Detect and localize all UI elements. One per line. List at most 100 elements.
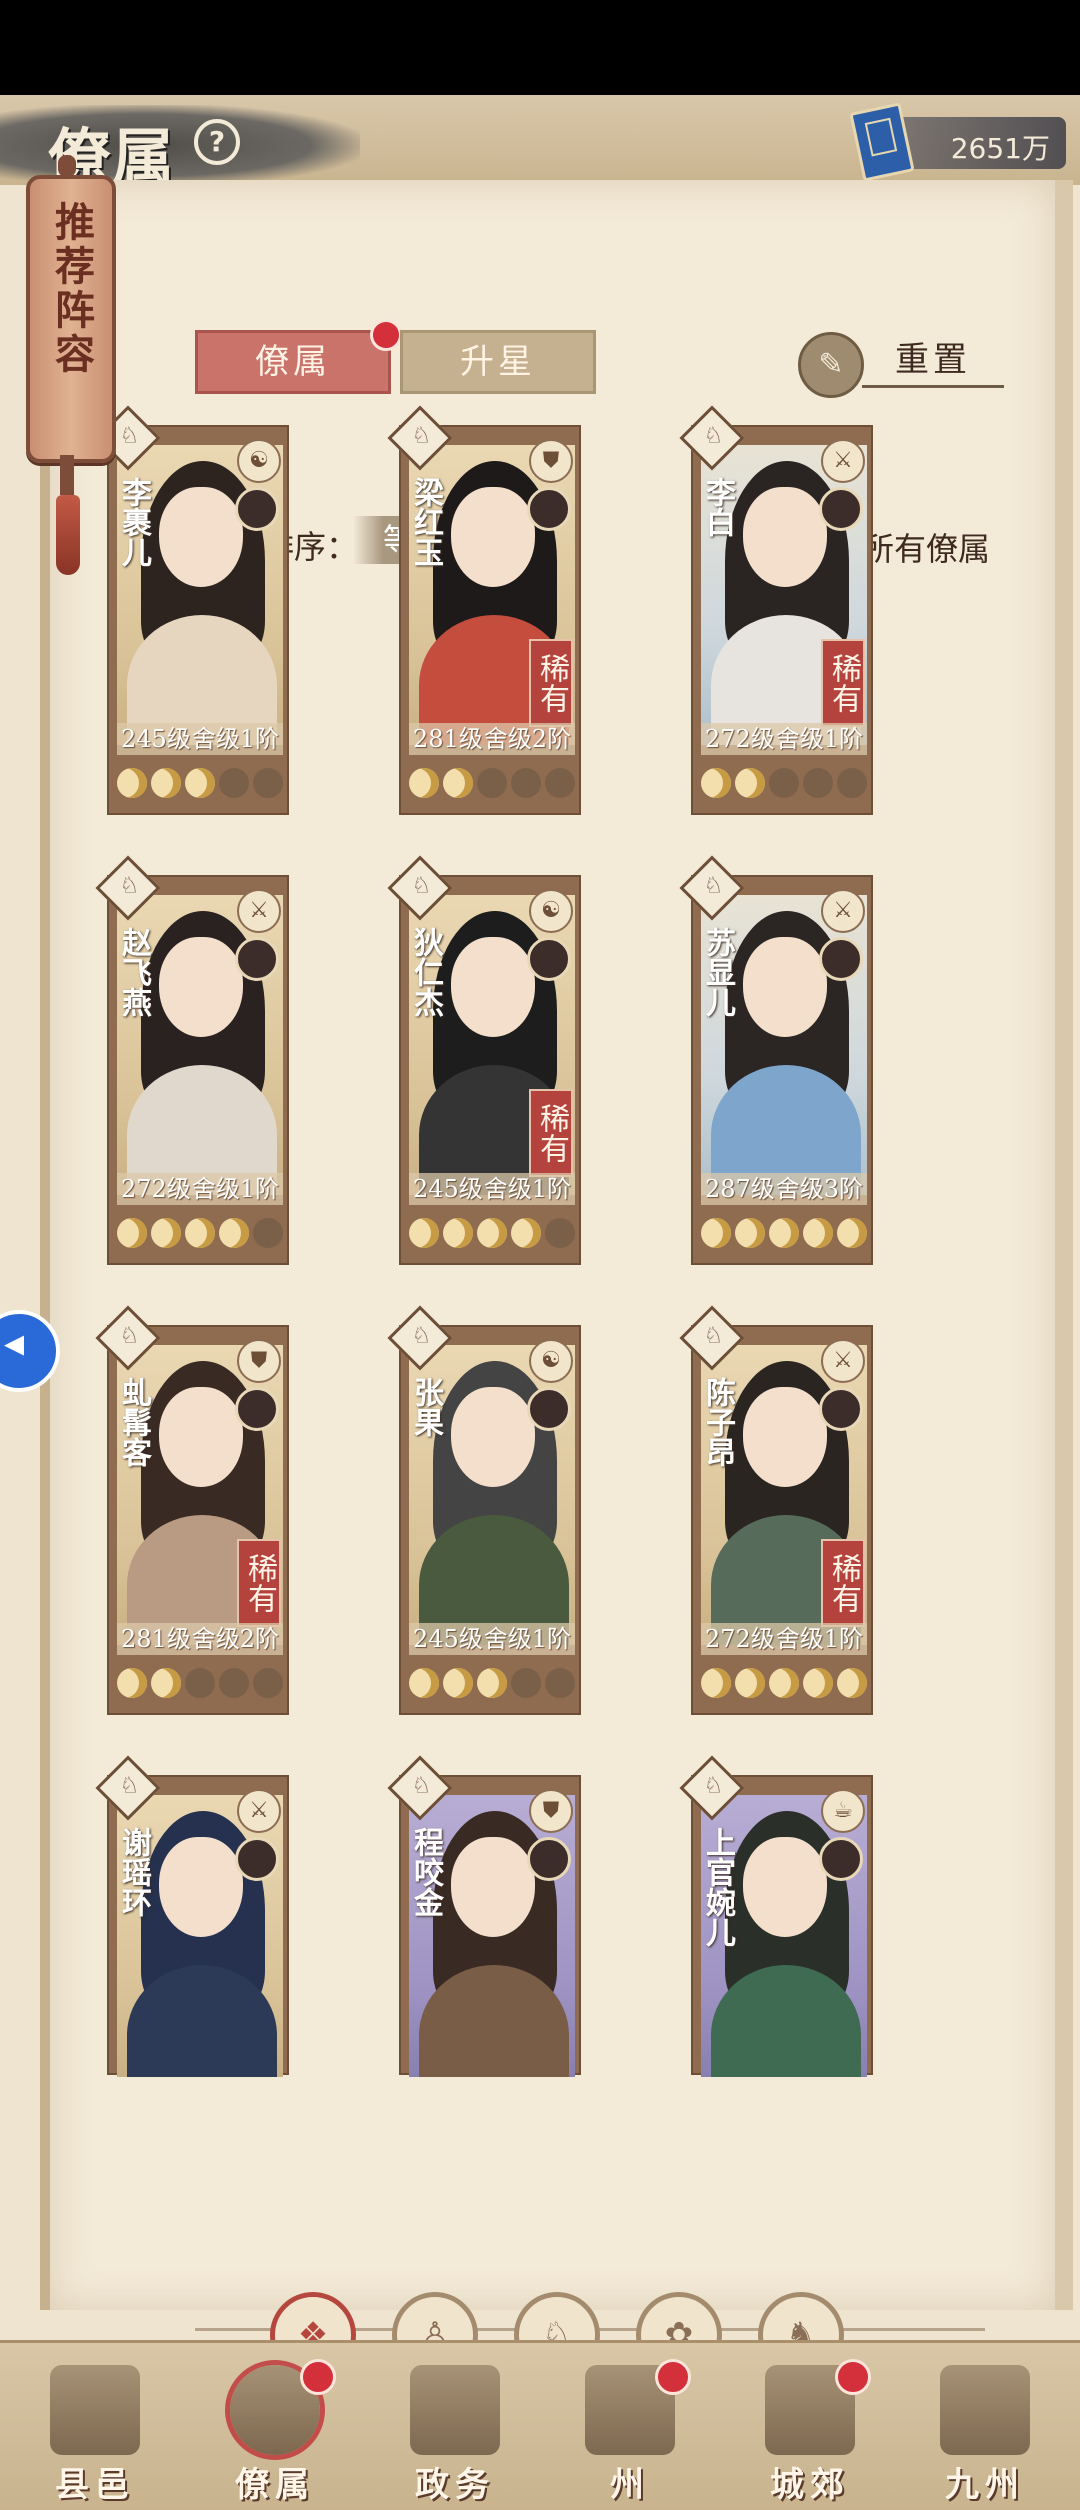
moon-filled-icon xyxy=(735,1668,765,1698)
retainer-card[interactable]: 梁红玉 ♘ ⛊ 稀有 281级 舍级2阶 xyxy=(387,405,581,815)
moon-empty-icon xyxy=(545,768,575,798)
nav-suburbs[interactable]: 城郊 xyxy=(735,2359,885,2505)
level-text: 272级 xyxy=(705,1625,775,1653)
help-icon[interactable]: ? xyxy=(194,119,240,165)
nav-label: 僚属 xyxy=(235,2465,315,2505)
nav-retainers[interactable]: 僚属 xyxy=(200,2359,350,2505)
nav-nine-provinces[interactable]: 九州 xyxy=(910,2365,1060,2505)
level-row: 287级 舍级3阶 xyxy=(701,1173,867,1205)
level-row: 272级 舍级1阶 xyxy=(701,723,867,755)
scroll-hook xyxy=(58,155,76,177)
retainer-card[interactable]: 上官婉儿 ♘ ☕ xyxy=(679,1755,873,2077)
portrait-face xyxy=(451,1387,535,1487)
nav-county[interactable]: 县邑 xyxy=(20,2365,170,2505)
moon-empty-icon xyxy=(803,768,833,798)
scroll-knot xyxy=(60,455,74,495)
nav-prefecture[interactable]: 州 xyxy=(555,2359,705,2505)
partner-avatar xyxy=(235,487,279,531)
star-moons xyxy=(701,763,867,803)
retainer-card[interactable]: 虬髯客 ♘ ⛊ 稀有 281级 舍级2阶 xyxy=(95,1305,289,1715)
moon-filled-icon xyxy=(117,1668,147,1698)
character-name: 狄仁杰 xyxy=(408,927,443,1017)
moon-filled-icon xyxy=(769,1668,799,1698)
star-moons xyxy=(409,1213,575,1253)
moon-filled-icon xyxy=(837,1218,867,1248)
trait-emblem-icon: ⚔ xyxy=(237,889,281,933)
trait-emblem-icon: ☯ xyxy=(237,439,281,483)
retainer-card[interactable]: 程咬金 ♘ ⛊ xyxy=(387,1755,581,2077)
bottom-nav: 县邑 僚属 政务 州 城郊 九州 xyxy=(0,2340,1080,2510)
moon-filled-icon xyxy=(409,768,439,798)
trait-emblem-icon: ⛊ xyxy=(237,1339,281,1383)
retainer-card[interactable]: 赵飞燕 ♘ ⚔ 272级 舍级1阶 xyxy=(95,855,289,1265)
retainer-card[interactable]: 狄仁杰 ♘ ☯ 稀有 245级 舍级1阶 xyxy=(387,855,581,1265)
star-moons xyxy=(701,1663,867,1703)
star-moons xyxy=(409,1663,575,1703)
moon-filled-icon xyxy=(701,1218,731,1248)
retainer-card[interactable]: 谢瑶环 ♘ ⚔ xyxy=(95,1755,289,2077)
recommended-lineup-scroll[interactable]: 推荐阵容 xyxy=(26,175,116,463)
trait-emblem-icon: ☕ xyxy=(821,1789,865,1833)
partner-avatar xyxy=(527,487,571,531)
trait-emblem-icon: ⛊ xyxy=(529,1789,573,1833)
moon-empty-icon xyxy=(253,768,283,798)
portrait-face xyxy=(743,1837,827,1937)
partner-avatar xyxy=(819,1387,863,1431)
partner-avatar xyxy=(819,1837,863,1881)
nav-affairs[interactable]: 政务 xyxy=(380,2365,530,2505)
book-panel: 僚属 升星 ✎ 重置 僚属排序： 等级 ✔ 显示所有僚属 李裹儿♘☯245级舍级… xyxy=(40,180,1073,2378)
retainer-card[interactable]: 李裹儿 ♘ ☯ 245级 舍级1阶 xyxy=(95,405,289,815)
moon-filled-icon xyxy=(443,1668,473,1698)
moon-filled-icon xyxy=(803,1668,833,1698)
moon-empty-icon xyxy=(769,768,799,798)
portrait-face xyxy=(159,487,243,587)
star-moons xyxy=(117,1663,283,1703)
star-moons xyxy=(409,763,575,803)
moon-filled-icon xyxy=(185,768,215,798)
character-name: 程咬金 xyxy=(408,1827,443,1917)
moon-filled-icon xyxy=(769,1218,799,1248)
moon-filled-icon xyxy=(701,1668,731,1698)
portrait-face xyxy=(451,937,535,1037)
tab-star-up[interactable]: 升星 xyxy=(400,330,596,394)
portrait-face xyxy=(159,1387,243,1487)
trait-emblem-icon: ⚔ xyxy=(821,439,865,483)
level-text: 287级 xyxy=(705,1175,775,1203)
retainer-card[interactable]: 李白 ♘ ⚔ 稀有 272级 舍级1阶 xyxy=(679,405,873,815)
level-row: 245级 舍级1阶 xyxy=(409,1623,575,1655)
retainer-card[interactable]: 张果 ♘ ☯ 245级 舍级1阶 xyxy=(387,1305,581,1715)
retainer-card[interactable]: 陈子昂 ♘ ⚔ 稀有 272级 舍级1阶 xyxy=(679,1305,873,1715)
level-row: 281级 舍级2阶 xyxy=(117,1623,283,1655)
moon-empty-icon xyxy=(545,1218,575,1248)
level-text: 245级 xyxy=(413,1175,483,1203)
character-name: 赵飞燕 xyxy=(116,927,151,1017)
moon-filled-icon xyxy=(151,1668,181,1698)
rarity-badge: 稀有 xyxy=(821,639,865,727)
moon-empty-icon xyxy=(511,768,541,798)
reset-icon[interactable]: ✎ xyxy=(798,332,864,398)
level-text: 272级 xyxy=(705,725,775,753)
reset-button[interactable]: 重置 xyxy=(862,335,1004,388)
moon-empty-icon xyxy=(253,1218,283,1248)
retainer-card[interactable]: 苏显儿 ♘ ⚔ 287级 舍级3阶 xyxy=(679,855,873,1265)
moon-empty-icon xyxy=(511,1668,541,1698)
moon-filled-icon xyxy=(803,1218,833,1248)
star-moons xyxy=(701,1213,867,1253)
tab-retainers[interactable]: 僚属 xyxy=(195,319,402,394)
trait-emblem-icon: ⚔ xyxy=(821,1339,865,1383)
moon-empty-icon xyxy=(219,1668,249,1698)
moon-filled-icon xyxy=(151,768,181,798)
moon-filled-icon xyxy=(443,1218,473,1248)
tab-label: 僚属 xyxy=(255,342,331,382)
notification-dot xyxy=(370,319,402,351)
scroll-tassel xyxy=(56,495,80,575)
currency-display[interactable]: 2651万 xyxy=(849,102,1066,182)
partner-avatar xyxy=(819,937,863,981)
moon-filled-icon xyxy=(219,1218,249,1248)
grade-text: 舍级2阶 xyxy=(483,725,571,753)
level-row: 272级 舍级1阶 xyxy=(701,1623,867,1655)
county-icon xyxy=(50,2365,140,2455)
moon-filled-icon xyxy=(701,768,731,798)
rarity-badge: 稀有 xyxy=(529,639,573,727)
moon-filled-icon xyxy=(117,768,147,798)
